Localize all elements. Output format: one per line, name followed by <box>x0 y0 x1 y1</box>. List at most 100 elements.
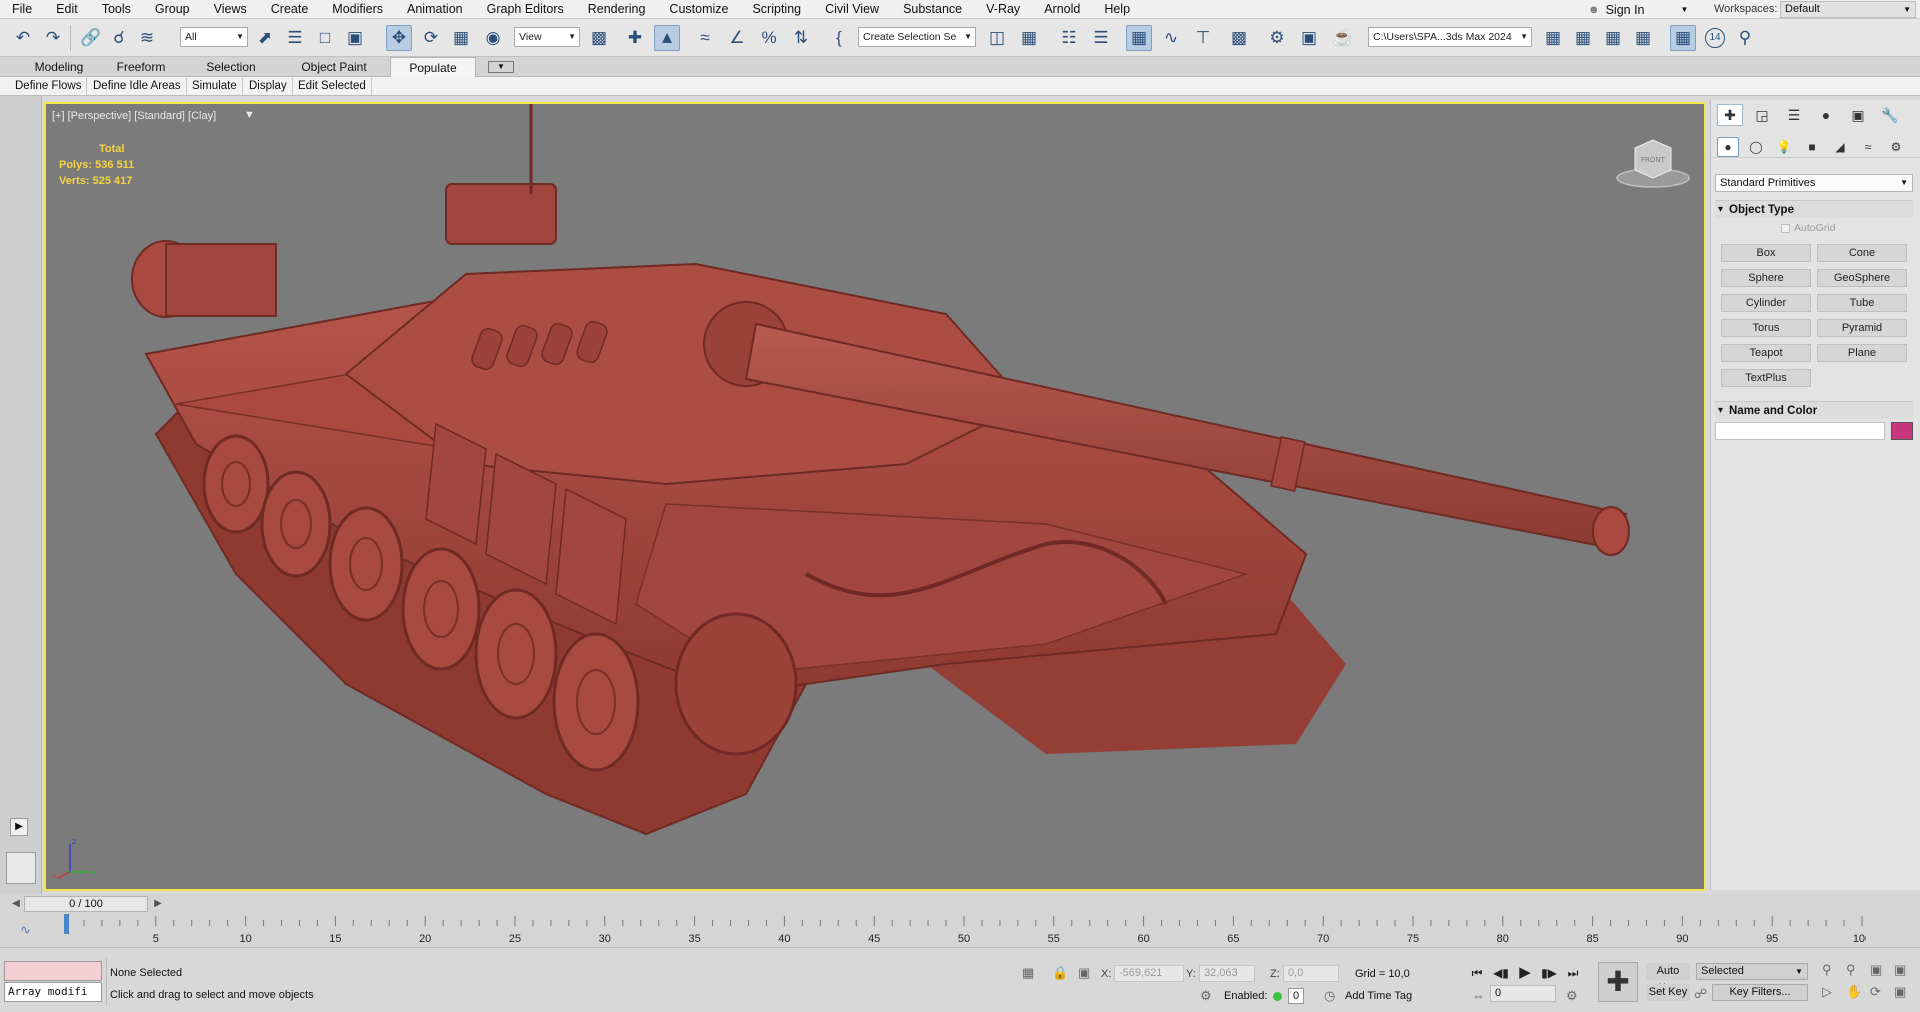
ribbon-options-icon[interactable]: ▼ <box>488 61 514 73</box>
box-button[interactable]: Box <box>1721 244 1811 262</box>
textplus-button[interactable]: TextPlus <box>1721 369 1811 387</box>
selection-filter-dropdown[interactable]: All ▼ <box>180 27 248 47</box>
window-crossing-icon[interactable]: ▣ <box>342 25 368 51</box>
select-object-icon[interactable]: ⬈ <box>252 25 278 51</box>
teapot-button[interactable]: Teapot <box>1721 344 1811 362</box>
mini-curve-editor-icon[interactable]: ∿ <box>20 922 31 938</box>
dope-sheet-icon[interactable]: ⊤ <box>1190 25 1216 51</box>
simulate-button[interactable]: Simulate <box>187 78 243 95</box>
menu-views[interactable]: Views <box>202 0 259 19</box>
lock-icon[interactable]: 🔒 <box>1052 965 1068 981</box>
zoom-extents-icon[interactable]: ▣ <box>1870 962 1882 978</box>
keyboard-shortcut-override-icon[interactable]: ▲ <box>654 25 680 51</box>
field-of-view-icon[interactable]: ▷ <box>1822 984 1832 1000</box>
percent-snap-icon[interactable]: % <box>756 25 782 51</box>
modify-tab-icon[interactable]: ◲ <box>1749 104 1775 126</box>
redo-icon[interactable]: ↷ <box>40 25 66 51</box>
angle-snap-icon[interactable]: ∠ <box>724 25 750 51</box>
named-selection-set-dropdown[interactable]: Create Selection Se ▼ <box>858 27 976 47</box>
tab-object-paint[interactable]: Object Paint <box>288 57 380 77</box>
next-frame-button-icon[interactable]: ▮▶ <box>1538 963 1560 983</box>
tank-model[interactable] <box>46 104 1706 891</box>
select-manipulate-icon[interactable]: ✚ <box>622 25 648 51</box>
menu-file[interactable]: File <box>0 0 44 19</box>
viewport-label[interactable]: [+] [Perspective] [Standard] [Clay] <box>52 110 216 122</box>
zoom-extents-all-icon[interactable]: ▣ <box>1894 962 1906 978</box>
menu-arnold[interactable]: Arnold <box>1032 0 1092 19</box>
maxscript-listener-output[interactable] <box>4 961 102 981</box>
toggle-ribbon-icon[interactable]: ▦ <box>1126 25 1152 51</box>
menu-help[interactable]: Help <box>1092 0 1142 19</box>
previous-frame-icon[interactable]: ◀ <box>8 896 24 912</box>
key-mode-icon[interactable]: ⇔ <box>1472 988 1485 1003</box>
menu-modifiers[interactable]: Modifiers <box>320 0 395 19</box>
menu-rendering[interactable]: Rendering <box>576 0 658 19</box>
container-close-icon[interactable]: ▦ <box>1600 25 1626 51</box>
track-bar[interactable]: ∿ 5 10 15 20 25 30 35 40 45 50 55 60 65 70 75 80 85 90 95 1… <box>0 914 1920 948</box>
display-button[interactable]: Display <box>244 78 293 95</box>
x-coordinate-field[interactable]: -569,621 <box>1114 965 1184 982</box>
help-search-icon[interactable]: ⚲ <box>1732 25 1758 51</box>
cylinder-button[interactable]: Cylinder <box>1721 294 1811 312</box>
tube-button[interactable]: Tube <box>1817 294 1907 312</box>
z-coordinate-field[interactable]: 0,0 <box>1283 965 1339 982</box>
torus-button[interactable]: Torus <box>1721 319 1811 337</box>
filter-icon[interactable]: ▼ <box>244 109 255 121</box>
name-and-color-rollout[interactable]: Name and Color <box>1715 401 1913 420</box>
perspective-viewport[interactable]: [+] [Perspective] [Standard] [Clay] ▼ To… <box>44 102 1706 891</box>
enabled-value[interactable]: 0 <box>1288 988 1304 1004</box>
object-name-field[interactable] <box>1715 422 1885 440</box>
time-tag-icon[interactable]: ◷ <box>1324 988 1335 1004</box>
object-color-swatch[interactable] <box>1891 422 1913 440</box>
add-time-tag-button[interactable]: Add Time Tag <box>1345 990 1412 1002</box>
zoom-icon[interactable]: ⚲ <box>1822 962 1832 978</box>
tab-freeform[interactable]: Freeform <box>100 57 182 77</box>
link-icon[interactable]: 🔗 <box>78 25 104 51</box>
expand-layout-tabs-icon[interactable]: ▶ <box>10 818 28 836</box>
pyramid-button[interactable]: Pyramid <box>1817 319 1907 337</box>
current-frame-marker[interactable] <box>64 914 69 934</box>
material-editor-icon[interactable]: ▩ <box>1226 25 1252 51</box>
menu-graph-editors[interactable]: Graph Editors <box>475 0 576 19</box>
y-coordinate-field[interactable]: 32,063 <box>1199 965 1255 982</box>
next-frame-icon[interactable]: ▶ <box>150 896 166 912</box>
cameras-icon[interactable]: ■ <box>1801 137 1823 157</box>
sign-in-button[interactable]: ☻ Sign In ▼ <box>1588 0 1700 19</box>
tab-modeling[interactable]: Modeling <box>18 57 100 77</box>
previous-frame-button-icon[interactable]: ◀▮ <box>1490 963 1512 983</box>
curve-editor-icon[interactable]: ∿ <box>1158 25 1184 51</box>
rectangular-selection-icon[interactable]: □ <box>312 25 338 51</box>
menu-group[interactable]: Group <box>143 0 202 19</box>
viewcube[interactable]: FRONT <box>1611 134 1695 190</box>
tab-populate[interactable]: Populate <box>390 57 476 77</box>
zoom-all-icon[interactable]: ⚲ <box>1846 962 1856 978</box>
helpers-icon[interactable]: ◢ <box>1829 137 1851 157</box>
adaptive-degradation-icon[interactable]: ⚙ <box>1200 988 1212 1004</box>
bind-space-warp-icon[interactable]: ≋ <box>134 25 160 51</box>
workspace-dropdown[interactable]: Default ▼ <box>1780 1 1916 18</box>
menu-create[interactable]: Create <box>259 0 321 19</box>
select-and-move-icon[interactable]: ✥ <box>386 25 412 51</box>
layer-explorer-icon[interactable]: ☰ <box>1088 25 1114 51</box>
menu-animation[interactable]: Animation <box>395 0 475 19</box>
maximize-viewport-icon[interactable]: ▣ <box>1894 984 1906 1000</box>
select-and-rotate-icon[interactable]: ⟳ <box>418 25 444 51</box>
orbit-icon[interactable]: ⟳ <box>1870 984 1881 1000</box>
time-slider-thumb[interactable]: 0 / 100 <box>24 896 148 912</box>
define-flows-button[interactable]: Define Flows <box>10 78 88 95</box>
maxscript-mini-listener[interactable]: Array modifi <box>4 982 102 1002</box>
tab-selection[interactable]: Selection <box>190 57 272 77</box>
primitive-category-dropdown[interactable]: Standard Primitives ▼ <box>1715 174 1913 192</box>
set-key-icon[interactable]: ✚ <box>1598 962 1638 1002</box>
select-by-name-icon[interactable]: ☰ <box>282 25 308 51</box>
select-and-scale-icon[interactable]: ▦ <box>448 25 474 51</box>
utilities-tab-icon[interactable]: 🔧 <box>1877 104 1903 126</box>
reference-coordinate-dropdown[interactable]: View ▼ <box>514 27 580 47</box>
menu-civil-view[interactable]: Civil View <box>813 0 891 19</box>
undo-icon[interactable]: ↶ <box>10 25 36 51</box>
select-and-place-icon[interactable]: ◉ <box>480 25 506 51</box>
create-tab-icon[interactable]: ✚ <box>1717 104 1743 126</box>
menu-scripting[interactable]: Scripting <box>740 0 813 19</box>
pan-view-icon[interactable]: ✋ <box>1846 984 1862 1000</box>
cone-button[interactable]: Cone <box>1817 244 1907 262</box>
